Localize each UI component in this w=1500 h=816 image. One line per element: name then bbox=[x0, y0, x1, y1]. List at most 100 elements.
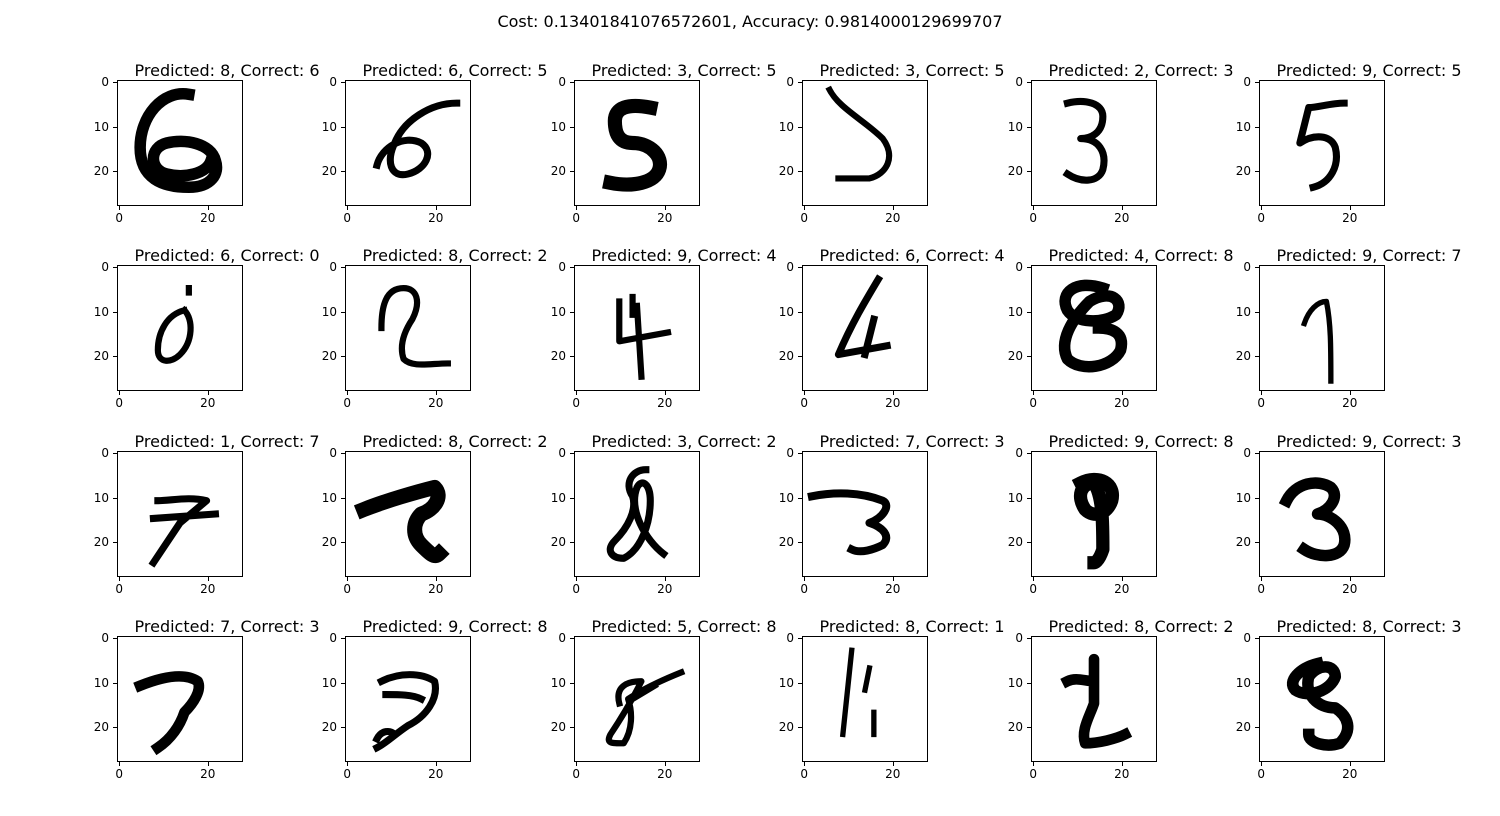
x-tick-label: 0 bbox=[572, 767, 581, 781]
y-tick-label: 0 bbox=[329, 446, 337, 461]
y-tick-mark bbox=[798, 311, 802, 313]
y-tick-label: 10 bbox=[1007, 119, 1023, 134]
x-tick-mark bbox=[1349, 391, 1351, 395]
x-tick-label: 20 bbox=[428, 767, 444, 781]
x-tick-mark bbox=[664, 577, 666, 581]
digit-image bbox=[1062, 97, 1108, 184]
x-tick-mark bbox=[664, 762, 666, 766]
y-tick-mark bbox=[798, 497, 802, 499]
x-tick-label: 0 bbox=[1029, 582, 1038, 596]
x-tick-mark bbox=[435, 391, 437, 395]
x-tick-label: 0 bbox=[800, 582, 809, 596]
digit-panel: Predicted: 9, Correct: 8 0 10 20 0 20 bbox=[322, 617, 565, 816]
y-tick-label: 20 bbox=[93, 163, 109, 178]
x-tick-mark bbox=[347, 762, 349, 766]
y-tick-mark bbox=[341, 726, 345, 728]
y-tick-label: 20 bbox=[550, 163, 566, 178]
y-tick-mark bbox=[570, 497, 574, 499]
digit-panel: Predicted: 9, Correct: 5 0 10 20 0 20 bbox=[1236, 61, 1479, 260]
digit-image-axes bbox=[574, 636, 700, 762]
y-tick-label: 20 bbox=[321, 163, 337, 178]
x-tick-label: 20 bbox=[657, 582, 673, 596]
digit-stroke bbox=[133, 671, 205, 756]
y-tick-mark bbox=[798, 82, 802, 84]
y-tick-mark bbox=[1255, 726, 1259, 728]
digit-stroke bbox=[1058, 279, 1128, 373]
digit-image-axes bbox=[117, 80, 243, 206]
y-tick-label: 10 bbox=[550, 304, 566, 319]
y-tick-mark bbox=[341, 453, 345, 455]
digit-panel: Predicted: 9, Correct: 4 0 10 20 0 20 bbox=[551, 246, 794, 445]
y-tick-mark bbox=[1027, 311, 1031, 313]
y-tick-label: 20 bbox=[1007, 719, 1023, 734]
digit-stroke bbox=[134, 88, 223, 194]
y-tick-mark bbox=[1027, 355, 1031, 357]
digit-panel: Predicted: 8, Correct: 1 0 10 20 0 20 bbox=[779, 617, 1022, 816]
digit-stroke bbox=[606, 466, 669, 562]
x-tick-mark bbox=[1033, 577, 1035, 581]
digit-image bbox=[1300, 298, 1334, 384]
y-tick-label: 10 bbox=[93, 675, 109, 690]
y-tick-label: 20 bbox=[778, 163, 794, 178]
x-tick-label: 0 bbox=[572, 211, 581, 225]
y-tick-mark bbox=[113, 726, 117, 728]
y-tick-mark bbox=[570, 82, 574, 84]
x-tick-mark bbox=[1033, 391, 1035, 395]
y-tick-mark bbox=[341, 541, 345, 543]
digit-stroke bbox=[807, 489, 891, 556]
x-tick-label: 0 bbox=[115, 767, 124, 781]
digit-image bbox=[353, 479, 450, 564]
y-tick-mark bbox=[570, 453, 574, 455]
x-tick-mark bbox=[804, 762, 806, 766]
digit-image-axes bbox=[1031, 265, 1157, 391]
digit-image bbox=[148, 495, 220, 568]
y-tick-mark bbox=[1027, 541, 1031, 543]
x-tick-label: 20 bbox=[1114, 582, 1130, 596]
y-tick-mark bbox=[570, 355, 574, 357]
digit-stroke bbox=[1286, 656, 1354, 751]
digit-stroke bbox=[602, 98, 668, 192]
y-tick-label: 0 bbox=[1243, 631, 1251, 646]
y-tick-mark bbox=[1255, 497, 1259, 499]
x-tick-label: 20 bbox=[657, 396, 673, 410]
y-tick-label: 0 bbox=[786, 75, 794, 90]
x-tick-mark bbox=[1349, 577, 1351, 581]
x-tick-mark bbox=[1261, 391, 1263, 395]
digit-image bbox=[372, 99, 461, 179]
x-tick-mark bbox=[1261, 206, 1263, 210]
x-tick-mark bbox=[119, 577, 121, 581]
y-tick-mark bbox=[341, 170, 345, 172]
digit-panel: Predicted: 7, Correct: 3 0 10 20 0 20 bbox=[779, 432, 1022, 631]
digit-stroke bbox=[834, 274, 892, 359]
y-tick-label: 0 bbox=[558, 260, 566, 275]
digit-panel: Predicted: 9, Correct: 3 0 10 20 0 20 bbox=[1236, 432, 1479, 631]
x-tick-mark bbox=[892, 762, 894, 766]
digit-image-axes bbox=[117, 451, 243, 577]
y-tick-mark bbox=[1255, 311, 1259, 313]
digit-stroke bbox=[378, 285, 451, 368]
y-tick-mark bbox=[570, 126, 574, 128]
x-tick-label: 20 bbox=[1342, 767, 1358, 781]
panel-title: Predicted: 9, Correct: 7 bbox=[1276, 246, 1462, 265]
y-tick-label: 0 bbox=[786, 631, 794, 646]
x-tick-label: 0 bbox=[1029, 211, 1038, 225]
x-tick-label: 20 bbox=[1342, 582, 1358, 596]
y-tick-label: 20 bbox=[93, 348, 109, 363]
y-tick-label: 20 bbox=[1235, 348, 1251, 363]
y-tick-mark bbox=[570, 726, 574, 728]
digit-panel: Predicted: 6, Correct: 5 0 10 20 0 20 bbox=[322, 61, 565, 260]
digit-stroke bbox=[839, 647, 877, 738]
digit-stroke bbox=[372, 99, 461, 179]
digit-panel: Predicted: 2, Correct: 3 0 10 20 0 20 bbox=[1008, 61, 1251, 260]
y-tick-label: 10 bbox=[1007, 304, 1023, 319]
y-tick-mark bbox=[798, 267, 802, 269]
y-tick-label: 0 bbox=[1015, 446, 1023, 461]
y-tick-label: 0 bbox=[329, 75, 337, 90]
figure-suptitle: Cost: 0.13401841076572601, Accuracy: 0.9… bbox=[497, 12, 1003, 31]
y-tick-label: 20 bbox=[1235, 534, 1251, 549]
digit-image-axes bbox=[1031, 636, 1157, 762]
x-tick-mark bbox=[892, 391, 894, 395]
digit-image-axes bbox=[345, 636, 471, 762]
digit-image bbox=[133, 671, 205, 756]
x-tick-label: 20 bbox=[1342, 211, 1358, 225]
